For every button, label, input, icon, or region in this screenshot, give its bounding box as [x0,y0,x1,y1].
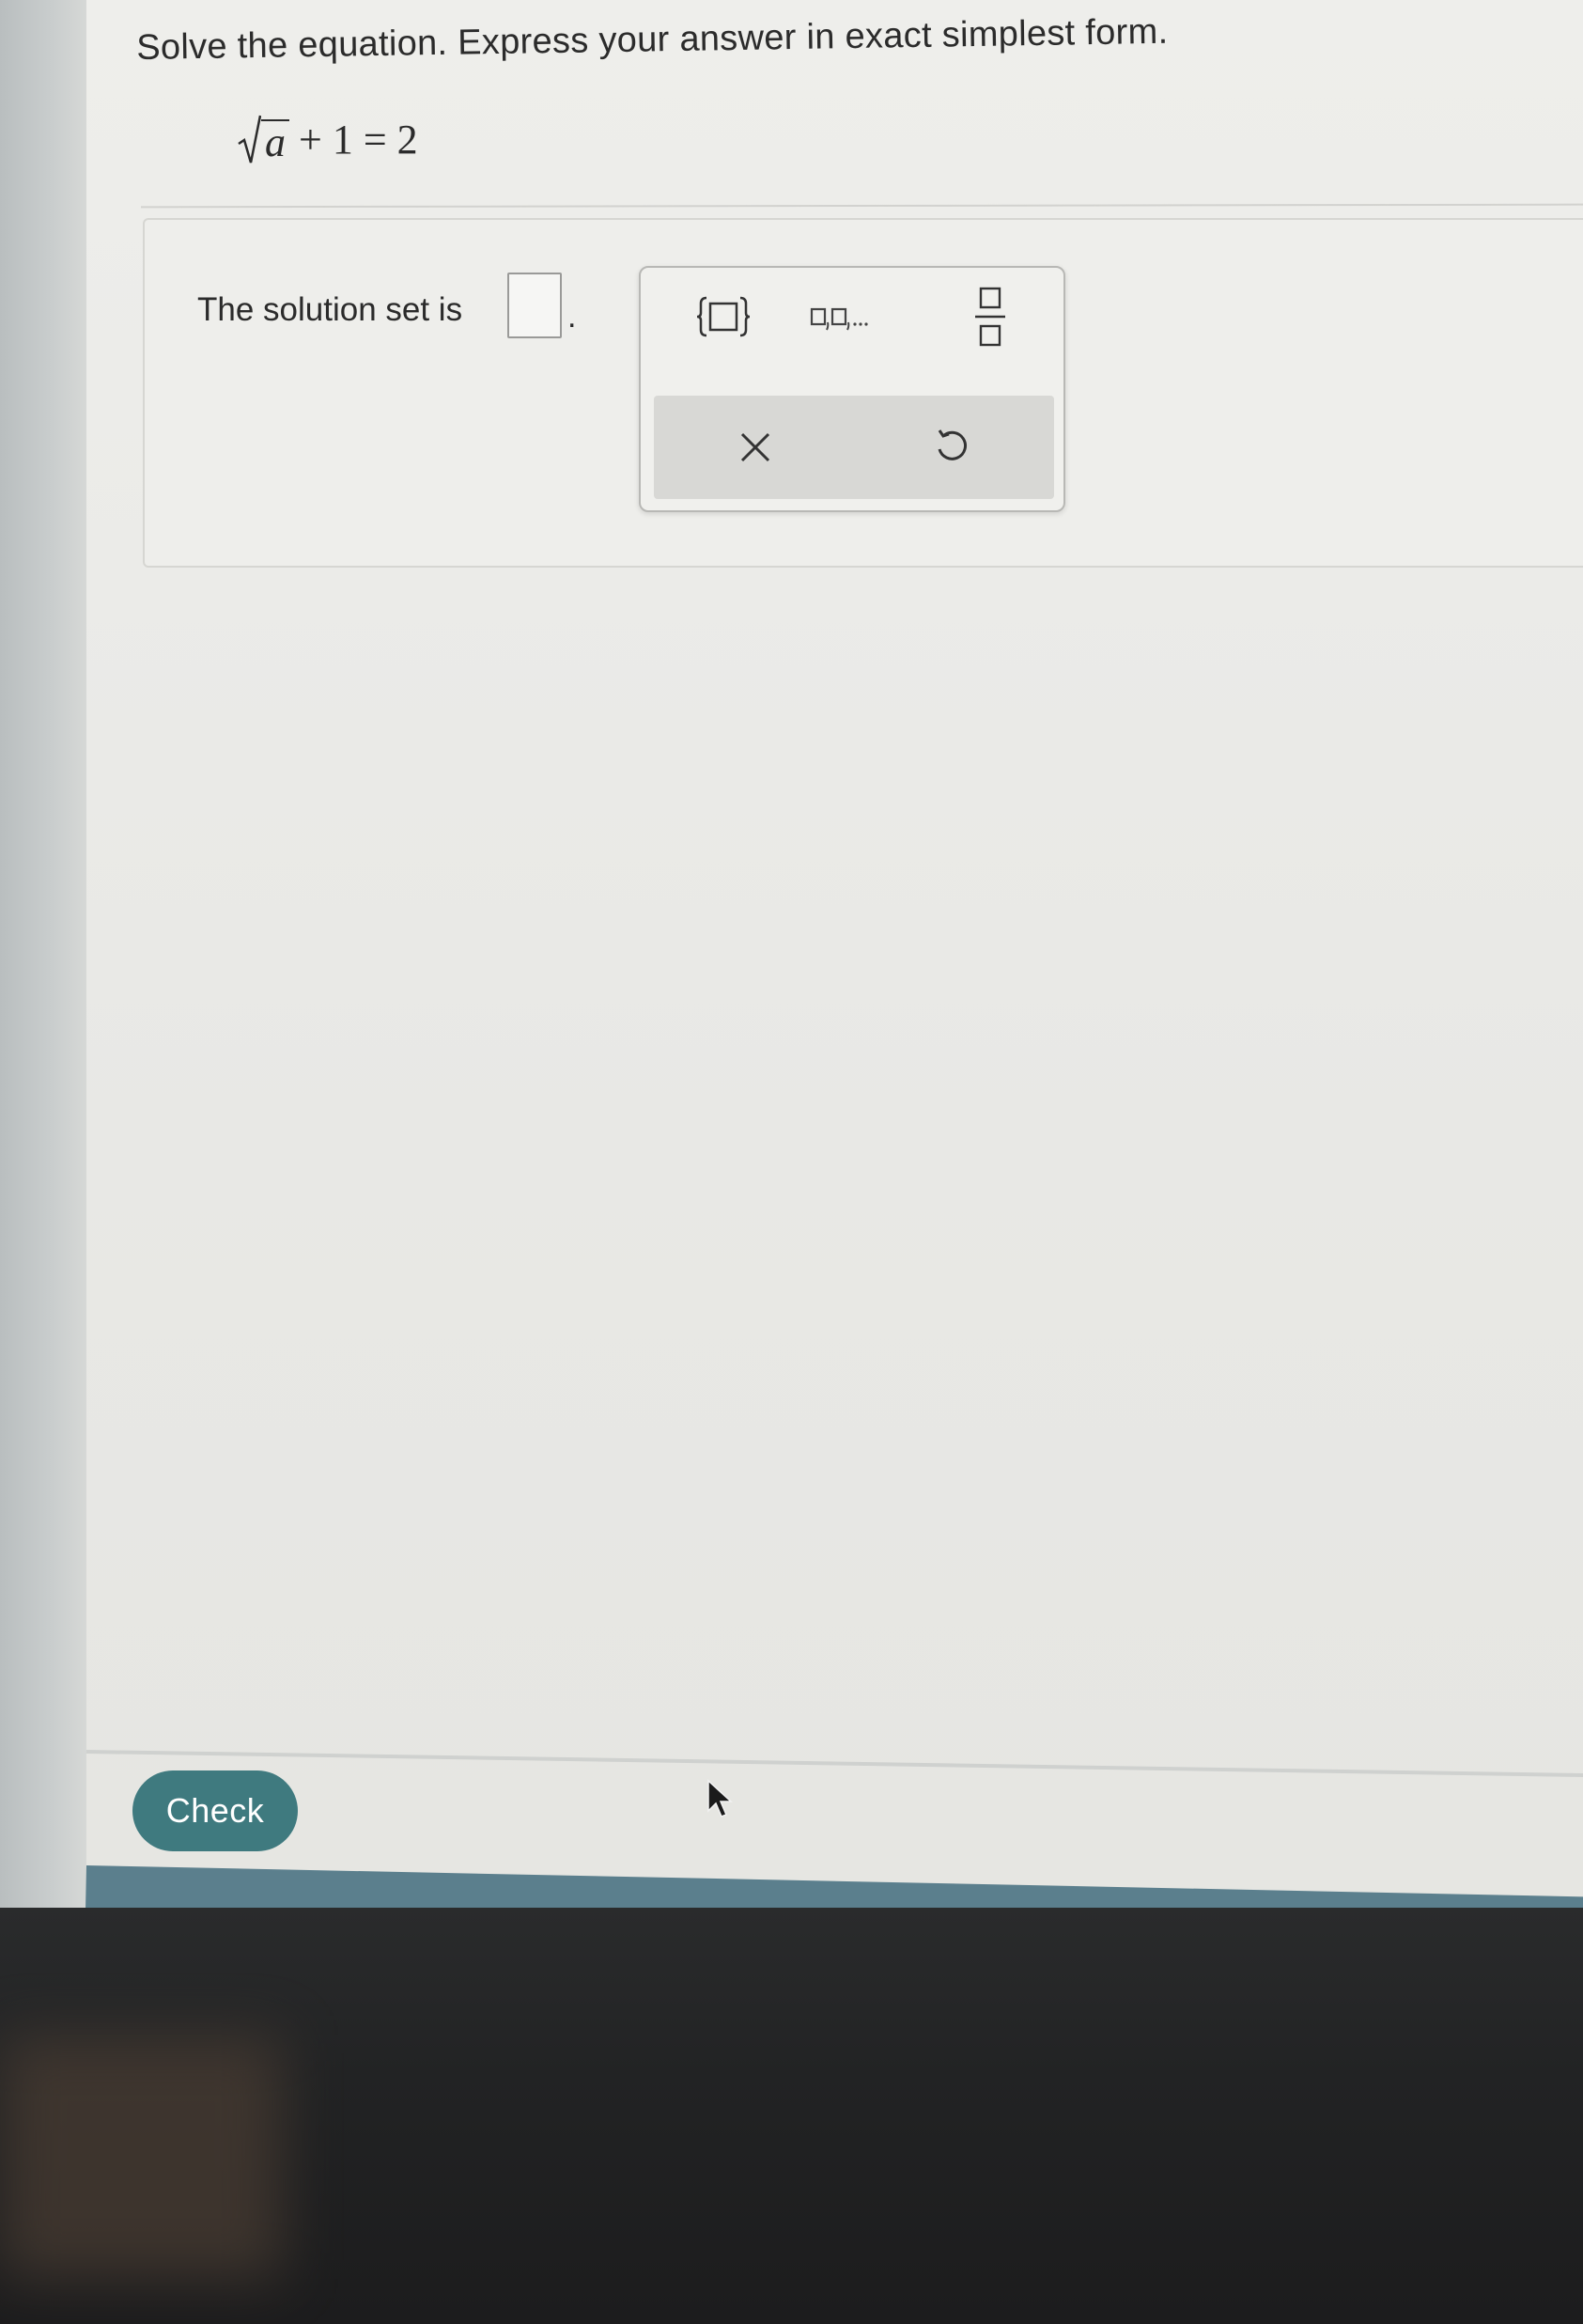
square-root: a [237,114,289,164]
equation: a + 1 = 2 [237,111,418,167]
set-braces-icon [696,296,751,337]
math-toolbox [639,266,1065,512]
toolbox-actions [654,396,1054,499]
list-button[interactable] [806,279,896,354]
clear-button[interactable] [710,410,800,485]
equation-radicand: a [261,119,289,164]
equation-rest: + 1 = 2 [299,116,418,163]
fraction-icon [975,287,1005,347]
check-button[interactable]: Check [132,1770,298,1851]
list-icon [810,307,868,331]
fraction-button[interactable] [945,279,1035,354]
undo-icon [938,429,967,460]
radical-sign-icon [238,115,261,164]
undo-button[interactable] [906,410,996,485]
screen: Solve the equation. Express your answer … [0,0,1583,1908]
answer-input[interactable] [507,273,562,338]
background-surface [0,2035,282,2279]
clear-x-icon [740,432,770,462]
answer-period: . [567,299,577,335]
mouse-pointer-icon [707,1779,733,1817]
solution-label: The solution set is [197,291,463,328]
left-rail [0,0,86,1908]
set-braces-button[interactable] [678,279,768,354]
